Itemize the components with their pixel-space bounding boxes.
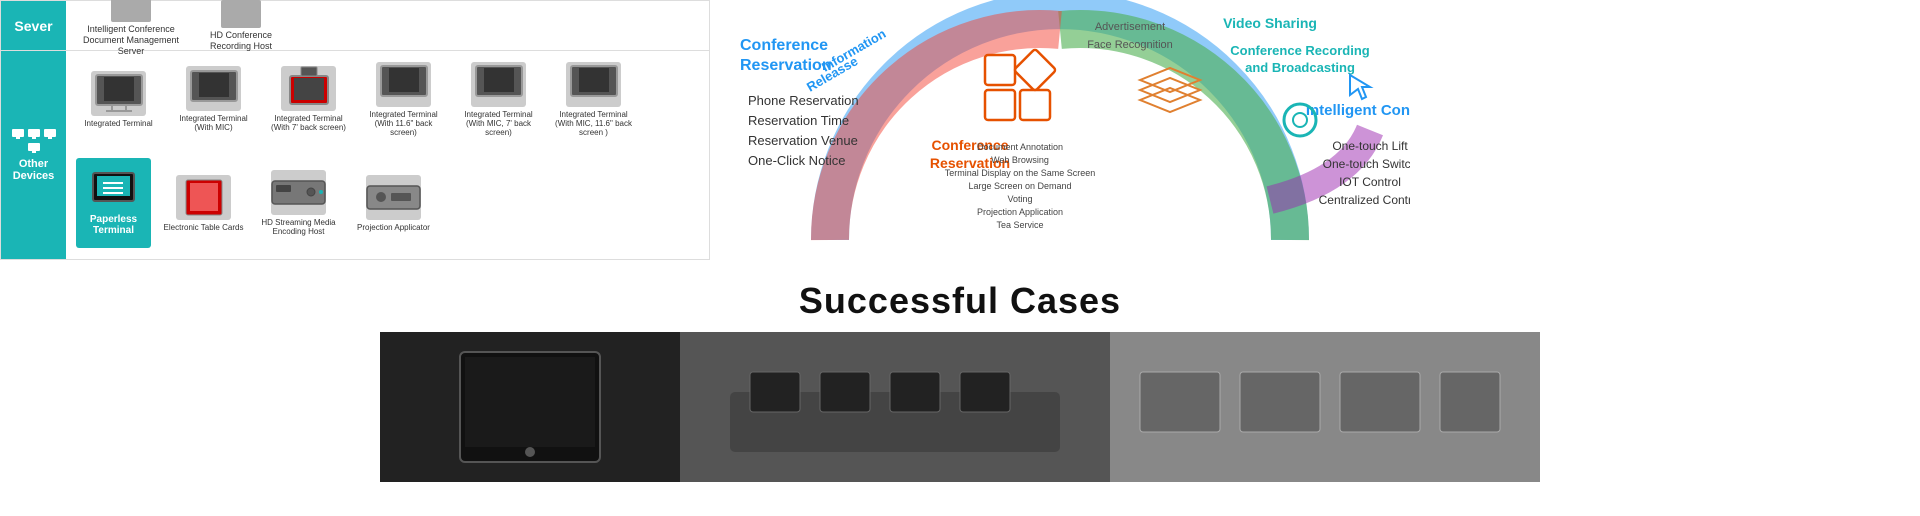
svg-text:IOT Control: IOT Control	[1339, 175, 1401, 189]
middle-panel: Conference Reservation Phone Reservation…	[710, 0, 1410, 260]
svg-text:Projection Application: Projection Application	[977, 207, 1063, 217]
svg-text:Web Browsing: Web Browsing	[991, 155, 1049, 165]
devices-list: Integrated Terminal Integrated Terminal …	[66, 51, 709, 259]
svg-text:Advertisement: Advertisement	[1095, 21, 1165, 33]
device-integrated-mic7: Integrated Terminal (With MIC, 7' back s…	[456, 62, 541, 137]
svg-text:Voting: Voting	[1007, 194, 1032, 204]
device-streaming-host: HD Streaming Media Encoding Host	[256, 170, 341, 236]
cases-images	[0, 332, 1920, 482]
svg-text:One-Click Notice: One-Click Notice	[748, 153, 846, 168]
server-label: Sever	[1, 1, 66, 50]
case-image-2	[680, 332, 1540, 482]
device-img-1	[91, 71, 146, 116]
successful-cases-title: Successful Cases	[0, 280, 1920, 322]
svg-text:One-touch Switch: One-touch Switch	[1323, 157, 1410, 171]
device-table-cards: Electronic Table Cards	[161, 175, 246, 232]
server-items-row: Intelligent Conference Document Manageme…	[66, 1, 709, 50]
device-img-4	[376, 62, 431, 107]
device-img-8	[176, 175, 231, 220]
devices-row: Other Devices Integrated Terminal	[1, 51, 709, 259]
device-paperless-terminal: Paperless Terminal	[76, 158, 151, 248]
other-devices-panel: Other Devices	[1, 51, 66, 259]
svg-text:Phone Reservation: Phone Reservation	[748, 93, 859, 108]
device-integrated-terminal: Integrated Terminal	[76, 71, 161, 128]
server-item-1: Intelligent Conference Document Manageme…	[76, 0, 186, 57]
svg-text:Tea Service: Tea Service	[996, 220, 1043, 230]
server-item-2: HD Conference Recording Host	[186, 0, 296, 51]
other-devices-icons	[6, 128, 61, 154]
case-image-1	[380, 332, 680, 482]
device-img-2	[186, 66, 241, 111]
svg-text:Terminal Display on the Same S: Terminal Display on the Same Screen	[945, 168, 1096, 178]
device-projection: Projection Applicator	[351, 175, 436, 232]
top-row: Sever Intelligent Conference Document Ma…	[0, 0, 1920, 260]
svg-text:Video Sharing: Video Sharing	[1223, 15, 1317, 31]
page-container: Sever Intelligent Conference Document Ma…	[0, 0, 1920, 492]
svg-text:Large Screen on Demand: Large Screen on Demand	[968, 181, 1071, 191]
server-row: Sever Intelligent Conference Document Ma…	[1, 1, 709, 51]
device-img-6	[566, 62, 621, 107]
device-integrated-11back: Integrated Terminal (With 11.6" back scr…	[361, 62, 446, 137]
svg-text:Centralized Control: Centralized Control	[1319, 193, 1410, 207]
device-integrated-7back: Integrated Terminal (With 7' back screen…	[266, 66, 351, 132]
svg-text:and Broadcasting: and Broadcasting	[1245, 60, 1355, 75]
svg-text:Reservation Time: Reservation Time	[748, 113, 849, 128]
device-img-9	[271, 170, 326, 215]
cases-section: Successful Cases	[0, 260, 1920, 492]
device-integrated-mic: Integrated Terminal (With MIC)	[171, 66, 256, 132]
diagram-svg: Conference Reservation Phone Reservation…	[710, 0, 1410, 260]
svg-text:Reservation: Reservation	[740, 57, 832, 74]
device-integrated-mic11: Integrated Terminal (With MIC, 11.6" bac…	[551, 62, 636, 137]
svg-text:One-touch Lift: One-touch Lift	[1332, 139, 1408, 153]
svg-text:Conference: Conference	[740, 37, 828, 54]
svg-text:Conference Recording: Conference Recording	[1230, 43, 1369, 58]
svg-text:Face Recognition: Face Recognition	[1087, 39, 1173, 51]
device-img-10	[366, 175, 421, 220]
svg-text:Document Annotation: Document Annotation	[977, 142, 1063, 152]
svg-text:Reservation Venue: Reservation Venue	[748, 133, 858, 148]
other-devices-label: Other Devices	[6, 158, 61, 182]
device-img-3	[281, 66, 336, 111]
left-panel: Sever Intelligent Conference Document Ma…	[0, 0, 710, 260]
device-img-5	[471, 62, 526, 107]
svg-text:Intelligent Control: Intelligent Control	[1306, 102, 1410, 119]
